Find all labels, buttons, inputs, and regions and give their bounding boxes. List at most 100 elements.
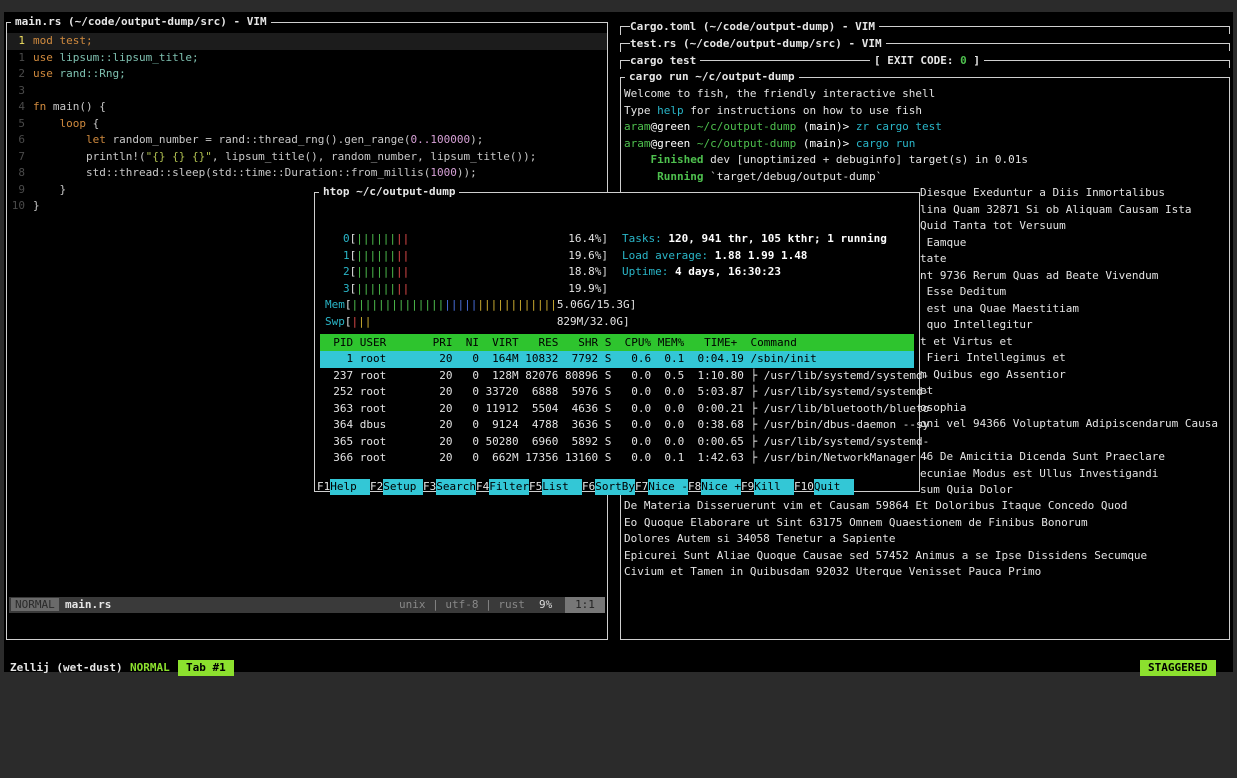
zellij-mode: NORMAL	[130, 661, 170, 674]
fkey-key: F9	[741, 480, 755, 493]
fkey-key: F8	[688, 480, 702, 493]
code-token: );	[470, 133, 484, 146]
code-token: loop	[33, 116, 93, 130]
code-line: 7 println!("{} {} {}", lipsum_title(), r…	[7, 149, 607, 166]
fkey-label[interactable]: Quit	[813, 479, 854, 495]
cpu-bar: ||	[396, 248, 410, 262]
bracket: ]	[601, 281, 608, 295]
editor-text[interactable]: 1 mod test; 1 use lipsum::lipsum_title; 2 use…	[7, 33, 607, 215]
code-line: 6 let random_number = rand::thread_rng()…	[7, 132, 607, 149]
cpu-bar: ||||||	[356, 248, 396, 262]
fkey-label[interactable]: Kill	[754, 479, 794, 495]
fkey-label[interactable]: List	[542, 479, 582, 495]
fkey-label[interactable]: Nice +	[701, 479, 741, 495]
output-line: Eamque	[920, 235, 967, 249]
vim-statusline: NORMAL main.rs unix | utf-8 | rust 9% 1:…	[9, 597, 605, 613]
output-line: est una Quae Maestitiam	[920, 301, 1079, 315]
process-row[interactable]: 366 root 20 0 662M 17356 13160 S 0.0 0.1…	[320, 450, 929, 467]
code-token: {	[92, 116, 100, 130]
code-token: ));	[456, 166, 477, 179]
fkey-label[interactable]: SortBy	[595, 479, 635, 495]
line-number: 3	[18, 83, 25, 97]
stacked-pane-title: test.rs (~/code/output-dump/src) - VIM	[630, 37, 886, 51]
cpu-bar: ||||||	[356, 232, 396, 245]
fkey-label[interactable]: Filter	[489, 479, 529, 495]
zellij-status-bar: Zellij (wet-dust) NORMAL Tab #1 STAGGERE…	[8, 658, 1237, 678]
cpu-bar: ||	[396, 232, 410, 245]
vim-file-info: unix | utf-8 | rust	[399, 598, 525, 611]
stacked-pane-title: Cargo.toml (~/code/output-dump) - VIM	[630, 20, 880, 34]
output-line: quo Intellegitur	[920, 318, 1033, 331]
process-table-header[interactable]: PID USER PRI NI VIRT RES SHR S CPU% MEM%…	[320, 334, 914, 351]
process-row[interactable]: 252 root 20 0 33720 6888 5976 S 0.0 0.0 …	[320, 384, 929, 401]
pad	[409, 265, 568, 278]
process-row[interactable]: 365 root 20 0 50280 6960 5892 S 0.0 0.0 …	[320, 434, 929, 451]
code-line: 3	[7, 83, 607, 100]
program-output-partial: Diesque Exeduntur a Diis Inmortalibus lin…	[920, 185, 1224, 499]
code-token: 0..100000	[410, 133, 471, 146]
code-token: std::thread::sleep(std::time::Duration::…	[33, 166, 431, 179]
cpu-percent: 19.6%	[568, 248, 602, 262]
line-number: 7	[18, 149, 25, 163]
output-line: nt 9736 Rerum Quas ad Beate Vivendum	[920, 268, 1159, 282]
fkey-key: F3	[423, 480, 437, 493]
process-row[interactable]: 237 root 20 0 128M 82076 80896 S 0.0 0.5…	[320, 368, 929, 385]
bracket: ]	[601, 248, 608, 262]
cpu-meter: 1[|||||||| 19.6%]	[343, 248, 608, 265]
shell-output[interactable]: Welcome to fish, the friendly interactiv…	[624, 86, 1224, 578]
fkey-label[interactable]: Nice -	[648, 479, 688, 495]
line-number: 10	[11, 199, 25, 212]
code-token: , lipsum_title(), random_number, lipsum_…	[211, 149, 537, 163]
fkey-label[interactable]: Search	[436, 479, 476, 495]
uptime-line: Uptime: 4 days, 16:30:23	[622, 265, 781, 278]
process-row[interactable]: 363 root 20 0 11912 5504 4636 S 0.0 0.0 …	[320, 401, 929, 418]
cpu-label: 1	[343, 248, 350, 262]
code-token: let	[33, 133, 113, 146]
cargo-running-line: Running `target/debug/output-dump`	[624, 169, 883, 183]
stacked-pane-cargo-toml[interactable]: Cargo.toml (~/code/output-dump) - VIM	[620, 20, 1230, 35]
code-token: use	[33, 67, 60, 80]
output-line: Eo Quoque Elaborare ut Sint 63175 Omnem …	[624, 515, 1088, 529]
htop-floating-pane[interactable]: htop ~/c/output-dump 0[|||||||| 16.4%] 1[…	[314, 185, 929, 495]
code-token: "{} {} {}"	[145, 149, 212, 163]
code-token: fn	[33, 100, 53, 113]
cpu-meter: 0[|||||||| 16.4%]	[343, 231, 608, 248]
fkey-label[interactable]: Help	[330, 479, 370, 495]
fkey-label[interactable]: Setup	[383, 479, 423, 495]
vim-mode: NORMAL	[11, 598, 59, 611]
cargo-finished-line: Finished dev [unoptimized + debuginfo] t…	[624, 153, 1028, 166]
shell-help-line: Type help for instructions on how to use…	[624, 103, 923, 117]
output-line: ecuniae Modus est Ullus Investigandi	[920, 466, 1159, 480]
cpu-bar: ||	[396, 265, 410, 278]
stacked-pane-test-rs[interactable]: test.rs (~/code/output-dump/src) - VIM	[620, 37, 1230, 52]
output-line: Fieri Intellegimus et	[920, 351, 1066, 364]
program-output: De Materia Disseruerunt vim et Causam 59…	[624, 498, 1224, 581]
code-token: println!(	[33, 149, 146, 163]
load-average-line: Load average: 1.88 1.99 1.48	[622, 248, 808, 262]
stacked-pane-cargo-test[interactable]: cargo test [ EXIT CODE: 0 ]	[620, 54, 1230, 69]
swap-meter: Swp[||| 829M/32.0G]	[325, 314, 630, 328]
zellij-tab[interactable]: Tab #1	[178, 660, 234, 676]
line-number: 8	[18, 166, 25, 179]
code-token: mod	[33, 34, 60, 47]
output-line: Dolores Autem si 34058 Tenetur a Sapient…	[624, 532, 896, 545]
screen: main.rs (~/code/output-dump/src) - VIM 1…	[0, 0, 1237, 680]
htop-pane-title: htop ~/c/output-dump	[319, 185, 460, 199]
output-line: lina Quam 32871 Si ob Aliquam Causam Ist…	[920, 202, 1192, 216]
process-row-selected[interactable]: 1 root 20 0 164M 10832 7792 S 0.6 0.1 0:…	[320, 351, 914, 368]
tasks-line: Tasks: 120, 941 thr, 105 kthr; 1 running	[622, 232, 887, 245]
vim-position: 1:1	[565, 597, 605, 613]
output-line: et	[920, 384, 934, 397]
output-line: Esse Deditum	[920, 285, 1007, 298]
output-line: 46 De Amicitia Dicenda Sunt Praeclare	[920, 450, 1166, 463]
code-line: 4 fn main() {	[7, 99, 607, 116]
cpu-label: 0	[343, 232, 350, 245]
process-row[interactable]: 364 dbus 20 0 9124 4788 3636 S 0.0 0.0 0…	[320, 417, 929, 434]
output-line: tate	[920, 252, 947, 265]
code-line: 5 loop {	[7, 116, 607, 133]
fkey-key: F7	[635, 480, 649, 493]
code-token: }	[33, 182, 67, 196]
cpu-label: 2	[343, 265, 350, 278]
cpu-bar: ||||||	[356, 265, 396, 278]
cpu-meter: 3[|||||||| 19.9%]	[343, 281, 608, 298]
